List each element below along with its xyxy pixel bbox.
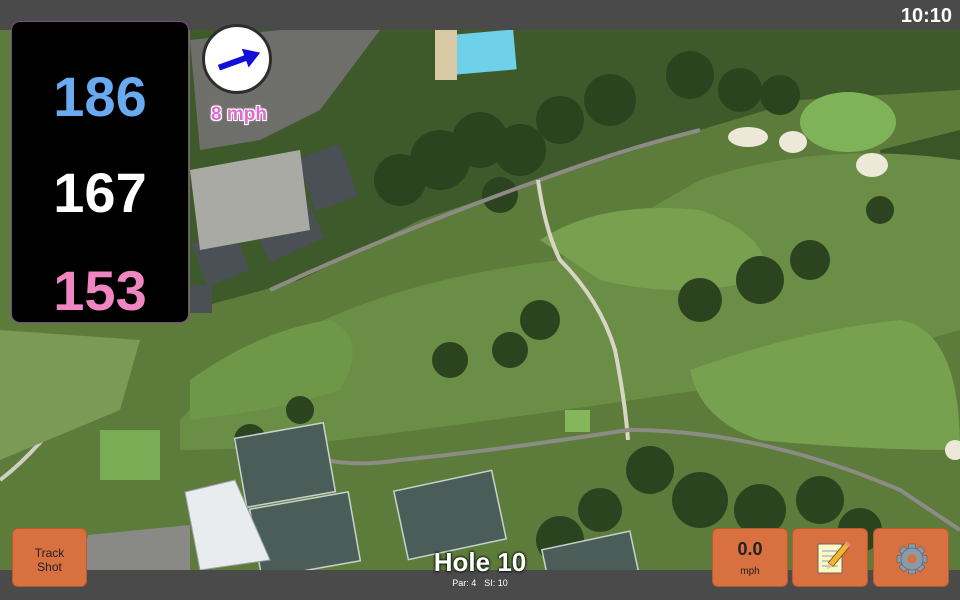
gear-icon [896,543,928,575]
wind-indicator [202,24,272,94]
speed-button[interactable]: 0.0 mph [712,528,788,587]
hole-title: Hole 10 [433,547,527,577]
settings-button[interactable] [873,528,949,587]
hole-si: SI: 10 [484,578,508,588]
notepad-icon [817,541,851,574]
status-clock: 10:10 [900,5,952,27]
track-shot-label: Track Shot [34,546,65,574]
back-yardage: 186 [53,65,147,128]
front-yardage: 153 [53,259,147,322]
hole-par: Par: 4 [452,578,477,588]
yardage-panel: 186 167 153 [12,22,188,322]
speed-value: 0.0 [737,539,763,559]
wind-speed: 8 mph [211,104,267,125]
notes-button[interactable] [792,528,868,587]
wind-arrow-icon [217,48,261,71]
hole-info: Par: 4 SI: 10 [380,578,580,588]
speed-unit: mph [740,566,760,577]
track-shot-button[interactable]: Track Shot [12,528,87,587]
middle-yardage: 167 [53,161,147,224]
